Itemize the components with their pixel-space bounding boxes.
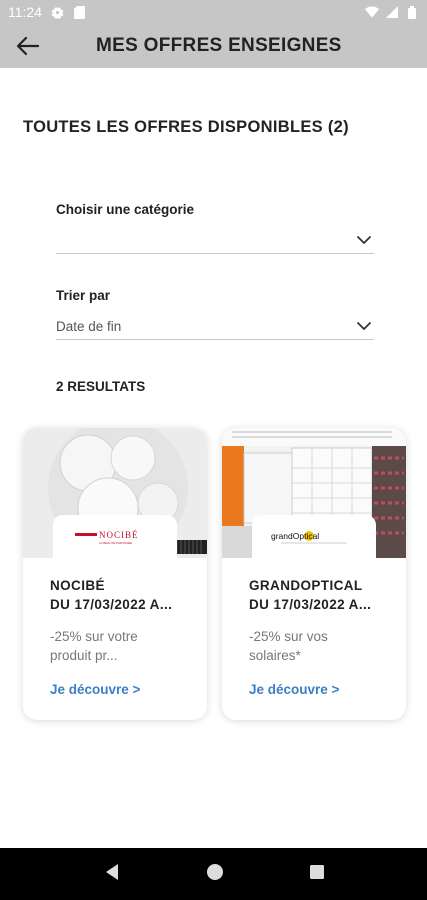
offer-date: DU 17/03/2022 A... <box>249 597 372 612</box>
status-bar: 11:24 <box>0 0 427 24</box>
chevron-down-icon <box>357 322 371 330</box>
offer-title: NOCIBÉ DU 17/03/2022 A... <box>50 576 200 614</box>
brand-logo-sub: LA BEAUTÉ PARTAGÉE <box>99 540 132 545</box>
wifi-icon <box>365 5 379 19</box>
status-time: 11:24 <box>8 4 42 20</box>
offer-description: -25% sur votre produit pr... <box>50 627 200 665</box>
offer-desc-line: solaires* <box>249 648 301 663</box>
section-title: TOUTES LES OFFRES DISPONIBLES (2) <box>23 118 349 136</box>
discover-link[interactable]: Je découvre > <box>249 682 339 697</box>
sd-card-icon <box>72 5 86 19</box>
sort-label: Trier par <box>56 288 111 303</box>
signal-icon <box>385 5 399 19</box>
back-triangle-icon[interactable] <box>103 863 121 886</box>
offer-description: -25% sur vos solaires* <box>249 627 399 665</box>
offer-date: DU 17/03/2022 A... <box>50 597 173 612</box>
category-dropdown[interactable] <box>56 228 374 254</box>
brand-logo-grandoptical: grandOptical <box>252 515 376 559</box>
offer-card-grandoptical[interactable]: grandOptical GRANDOPTICAL DU 17/03/2022 … <box>222 428 406 720</box>
category-label: Choisir une catégorie <box>56 202 195 217</box>
discover-link[interactable]: Je découvre > <box>50 682 140 697</box>
app-bar: MES OFFRES ENSEIGNES <box>0 24 427 68</box>
arrow-left-icon <box>16 36 40 56</box>
offer-title: GRANDOPTICAL DU 17/03/2022 A... <box>249 576 399 614</box>
offer-brand: NOCIBÉ <box>50 578 105 593</box>
offer-card-nocibe[interactable]: NOCIBÉ LA BEAUTÉ PARTAGÉE NOCIBÉ DU 17/0… <box>23 428 207 720</box>
gear-icon <box>50 5 64 19</box>
results-count: 2 RESULTATS <box>56 379 146 394</box>
brand-logo-text: grandOptical <box>271 531 319 541</box>
brand-logo-nocibe: NOCIBÉ LA BEAUTÉ PARTAGÉE <box>53 515 177 559</box>
home-circle-icon[interactable] <box>206 863 224 886</box>
category-select[interactable]: Choisir une catégorie <box>56 202 374 254</box>
recents-square-icon[interactable] <box>309 864 325 885</box>
offer-brand: GRANDOPTICAL <box>249 578 363 593</box>
system-nav-bar <box>0 848 427 900</box>
sort-dropdown[interactable]: Date de fin <box>56 314 374 340</box>
offer-desc-line: -25% sur vos <box>249 629 328 644</box>
page-title: MES OFFRES ENSEIGNES <box>96 35 342 56</box>
offer-desc-line: -25% sur votre <box>50 629 138 644</box>
offer-desc-line: produit pr... <box>50 648 118 663</box>
back-button[interactable] <box>0 24 56 68</box>
brand-logo-text: NOCIBÉ <box>99 530 139 540</box>
sort-value: Date de fin <box>56 319 122 334</box>
sort-select[interactable]: Trier par Date de fin <box>56 288 374 340</box>
chevron-down-icon <box>357 236 371 244</box>
battery-icon <box>405 5 419 19</box>
